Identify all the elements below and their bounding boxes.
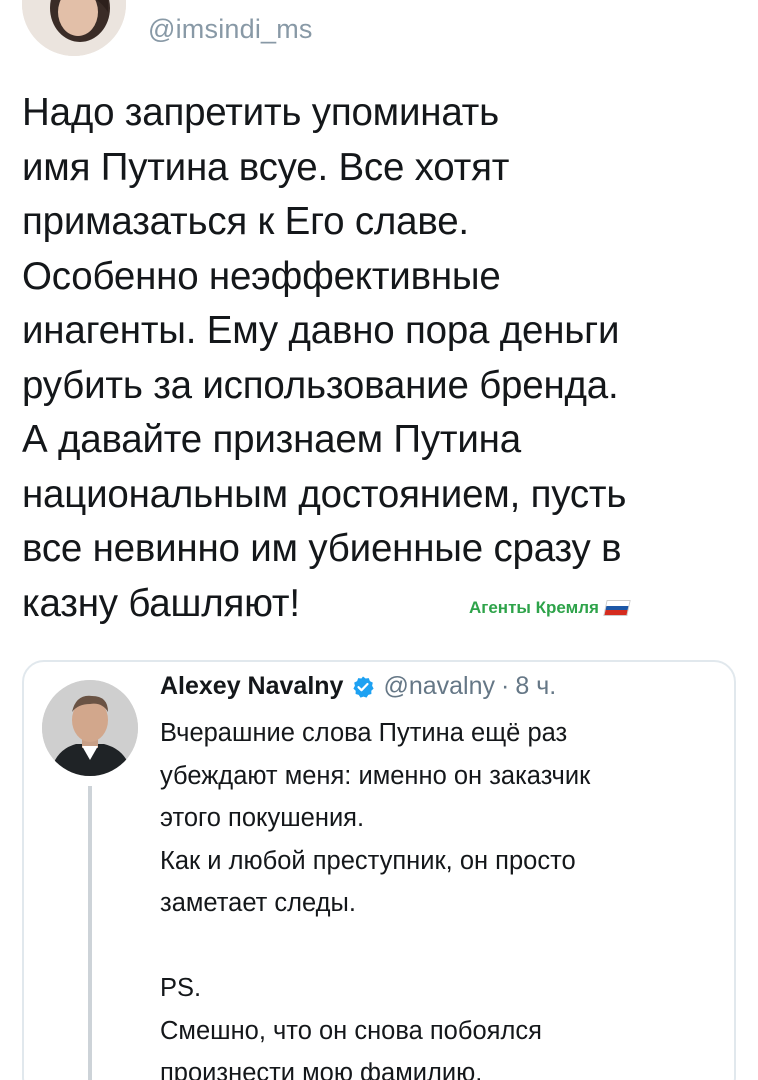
quoted-line: Вчерашние слова Путина ещё раз [160, 719, 568, 747]
quoted-tweet-card[interactable]: Alexey Navalny @navalny · 8 ч. Вчерашние… [22, 660, 736, 1080]
profile-photo-icon [22, 0, 126, 56]
quoted-line [160, 925, 720, 968]
tweet-line: казну башляют! [22, 581, 300, 625]
tweet-line: примазаться к Его славе. [22, 200, 469, 243]
quoted-line: PS. [160, 974, 202, 1002]
quoted-line: Смешно, что он снова побоялся [160, 1016, 542, 1045]
quoted-user-handle[interactable]: @navalny [383, 672, 495, 701]
tweet-line: все невинно им убиенные сразу в [22, 527, 622, 570]
tweet-line: инагенты. Ему давно пора деньги [22, 309, 620, 352]
quoted-line: убеждают меня: именно он заказчик [160, 761, 591, 790]
user-avatar[interactable] [22, 0, 126, 56]
tweet-line: имя Путина всуе. Все хотят [22, 145, 510, 189]
watermark: Агенты Кремля [469, 598, 631, 618]
tweet-line: Надо запретить упоминать [22, 91, 499, 134]
tweet-handle[interactable]: @imsindi_ms [148, 14, 313, 45]
quoted-tweet-header: Alexey Navalny @navalny · 8 ч. [160, 672, 556, 701]
thread-line [88, 786, 92, 1080]
tweet-body: Надо запретить упоминать имя Путина всуе… [22, 86, 742, 631]
tweet-line: А давайте признаем Путина [22, 418, 521, 461]
quoted-line: заметает следы. [160, 889, 356, 917]
quoted-user-avatar[interactable] [42, 680, 138, 776]
russian-flag-icon [603, 600, 631, 616]
quoted-line: произнести мою фамилию. [160, 1059, 483, 1080]
tweet-line: национальным достоянием, пусть [22, 472, 627, 516]
tweet-line: Особенно неэффективные [22, 254, 501, 298]
quoted-line: Как и любой преступник, он просто [160, 846, 576, 875]
watermark-text: Агенты Кремля [469, 598, 599, 617]
tweet-line: рубить за использование бренда. [22, 363, 619, 407]
verified-badge-icon [353, 676, 375, 698]
quoted-line: этого покушения. [160, 804, 365, 832]
meta-separator: · [501, 672, 510, 700]
quoted-tweet-body: Вчерашние слова Путина ещё раз убеждают … [160, 712, 720, 1080]
quoted-tweet-time[interactable]: 8 ч. [515, 672, 556, 701]
profile-photo-icon [42, 680, 138, 776]
quoted-user-name[interactable]: Alexey Navalny [160, 672, 343, 701]
